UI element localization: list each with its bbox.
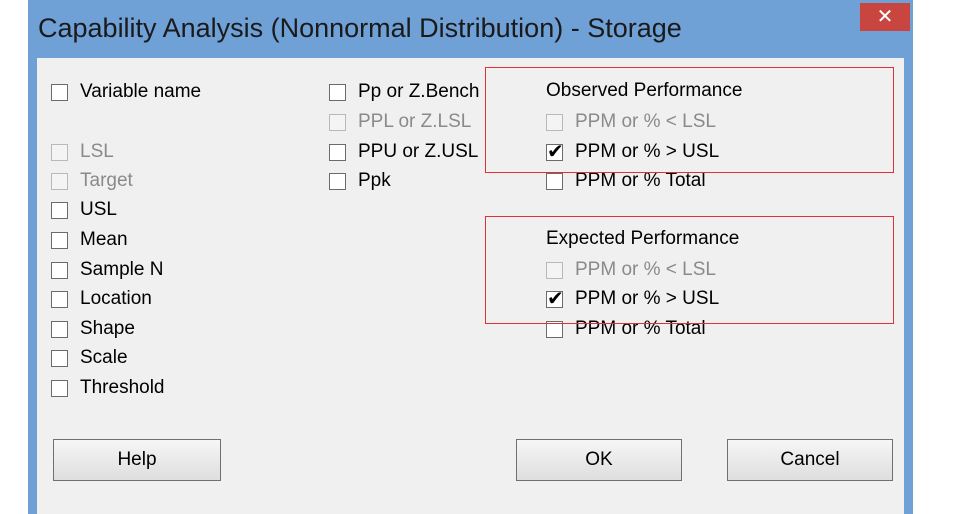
checkbox-box[interactable] xyxy=(51,231,68,249)
checkbox-ppu-zusl[interactable]: PPU or Z.USL xyxy=(329,140,478,164)
checkbox-box[interactable] xyxy=(51,83,68,101)
dialog-window: Capability Analysis (Nonnormal Distribut… xyxy=(28,0,913,514)
checkbox-label: Threshold xyxy=(80,377,165,398)
checkbox-label: Mean xyxy=(80,229,128,250)
checkbox-label: Location xyxy=(80,288,152,309)
checkbox-lsl: LSL xyxy=(51,140,114,164)
checkbox-box xyxy=(329,113,346,131)
title-bar[interactable]: Capability Analysis (Nonnormal Distribut… xyxy=(28,0,913,58)
ok-button[interactable]: OK xyxy=(516,439,682,481)
close-button[interactable]: ✕ xyxy=(860,3,910,31)
checkbox-box[interactable] xyxy=(329,83,346,101)
checkbox-box[interactable] xyxy=(51,379,68,397)
checkbox-usl[interactable]: USL xyxy=(51,198,117,222)
checkbox-ppk[interactable]: Ppk xyxy=(329,169,391,193)
checkbox-label: Pp or Z.Bench xyxy=(358,81,480,102)
checkbox-box[interactable] xyxy=(51,201,68,219)
checkbox-variable-name[interactable]: Variable name xyxy=(51,80,201,104)
checkbox-box[interactable] xyxy=(546,172,563,190)
checkbox-label: Sample N xyxy=(80,259,164,280)
checkbox-box xyxy=(51,172,68,190)
checkbox-label: USL xyxy=(80,199,117,220)
highlight-box-expected xyxy=(485,216,894,324)
highlight-box-observed xyxy=(485,67,894,173)
checkbox-label: Shape xyxy=(80,318,135,339)
checkbox-shape[interactable]: Shape xyxy=(51,317,135,341)
checkbox-box[interactable] xyxy=(51,349,68,367)
checkbox-box[interactable] xyxy=(51,261,68,279)
checkbox-label: LSL xyxy=(80,141,114,162)
checkbox-sample-n[interactable]: Sample N xyxy=(51,258,163,282)
checkbox-threshold[interactable]: Threshold xyxy=(51,376,165,400)
checkbox-ppl-zlsl: PPL or Z.LSL xyxy=(329,110,471,134)
window-title: Capability Analysis (Nonnormal Distribut… xyxy=(38,13,682,43)
checkbox-label: Ppk xyxy=(358,170,391,191)
checkbox-box[interactable] xyxy=(51,290,68,308)
checkbox-target: Target xyxy=(51,169,133,193)
close-icon: ✕ xyxy=(876,6,894,28)
checkbox-label: PPM or % Total xyxy=(575,170,706,191)
dialog-body: Variable name LSL Target USL Mean Sample… xyxy=(37,58,904,514)
checkbox-box[interactable] xyxy=(329,143,346,161)
checkbox-scale[interactable]: Scale xyxy=(51,346,128,370)
help-button[interactable]: Help xyxy=(53,439,221,481)
checkbox-box[interactable] xyxy=(51,320,68,338)
checkbox-box xyxy=(51,143,68,161)
cancel-button[interactable]: Cancel xyxy=(727,439,893,481)
checkbox-label: PPL or Z.LSL xyxy=(358,111,472,132)
checkbox-pp-zbench[interactable]: Pp or Z.Bench xyxy=(329,80,479,104)
checkbox-location[interactable]: Location xyxy=(51,287,152,311)
checkbox-mean[interactable]: Mean xyxy=(51,228,128,252)
checkbox-label: Variable name xyxy=(80,81,202,102)
checkbox-box[interactable] xyxy=(329,172,346,190)
checkbox-label: PPU or Z.USL xyxy=(358,141,479,162)
checkbox-label: Target xyxy=(80,170,133,191)
checkbox-label: Scale xyxy=(80,347,128,368)
